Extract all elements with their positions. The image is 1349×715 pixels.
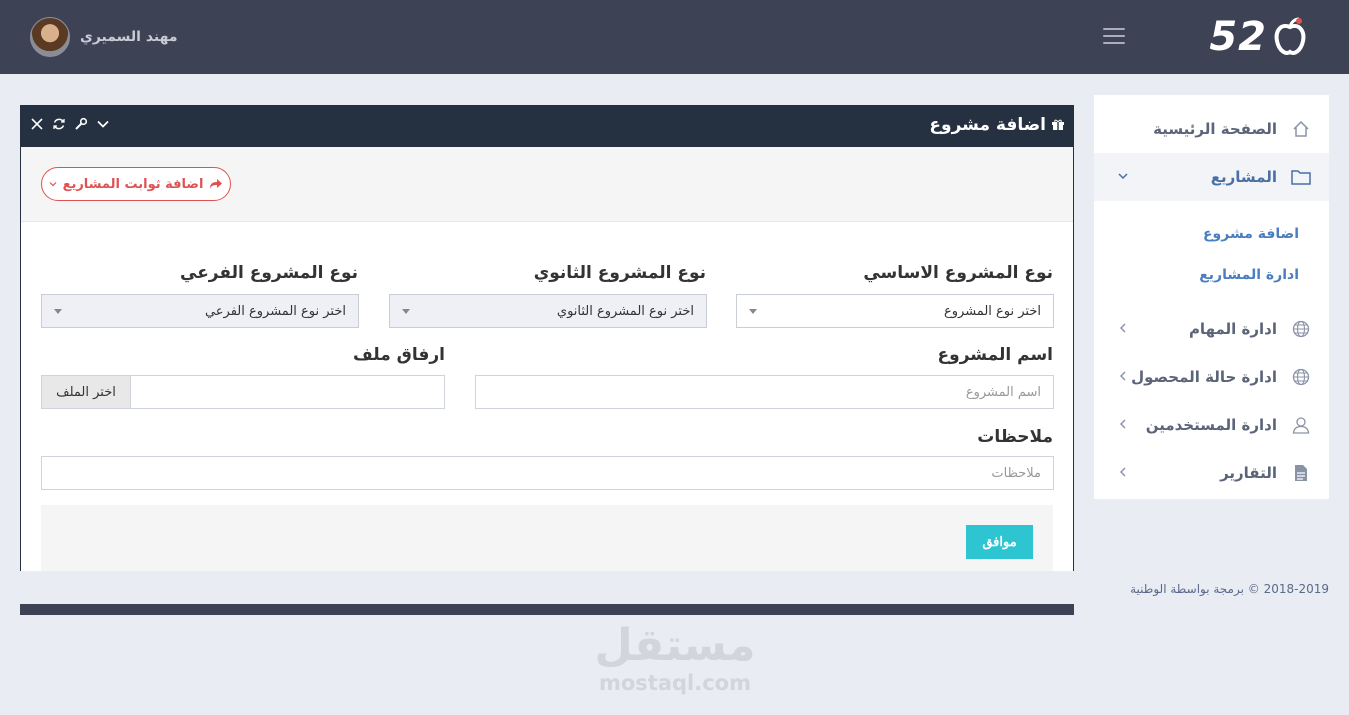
user-icon — [1291, 415, 1311, 435]
sidebar-item-reports[interactable]: التقارير — [1094, 449, 1329, 497]
chevron-down-icon — [1118, 173, 1128, 180]
chevron-left-icon — [1119, 323, 1126, 333]
caret-down-icon — [402, 308, 410, 314]
folder-icon — [1291, 167, 1311, 187]
user-menu[interactable]: مهند السميري — [30, 17, 178, 57]
sidebar-item-tasks[interactable]: ادارة المهام — [1094, 305, 1329, 353]
sidebar-item-label: المشاريع — [1210, 168, 1277, 186]
wrench-icon[interactable] — [74, 117, 88, 131]
brand-logo[interactable]: 52 — [1209, 14, 1307, 60]
panel-tools — [30, 117, 110, 131]
user-name: مهند السميري — [80, 29, 178, 45]
sidebar-item-projects[interactable]: المشاريع — [1094, 153, 1329, 201]
panel-header: اضافة مشروع — [20, 105, 1074, 147]
share-icon — [210, 179, 223, 189]
panel-toolbar: اضافة ثوابت المشاريع — [21, 147, 1073, 222]
copyright-text: 2018-2019 © برمجة بواسطة الوطنية — [1130, 582, 1329, 596]
avatar — [30, 17, 70, 57]
notes-label: ملاحظات — [977, 427, 1053, 447]
sidebar-item-label: ادارة المهام — [1188, 320, 1277, 338]
add-project-constants-button[interactable]: اضافة ثوابت المشاريع — [41, 167, 231, 201]
sidebar-item-label: الصفحة الرئيسية — [1153, 120, 1277, 138]
project-name-input[interactable]: اسم المشروع — [475, 375, 1054, 409]
secondary-type-label: نوع المشروع الثانوي — [533, 263, 706, 283]
chevron-left-icon — [1119, 419, 1126, 429]
sidebar-item-label: ادارة المستخدمين — [1145, 416, 1277, 434]
apple-logo-icon — [1274, 17, 1306, 55]
document-icon — [1291, 463, 1311, 483]
form-actions: موافق — [41, 505, 1053, 571]
watermark: مستقل mostaql.com — [592, 620, 758, 694]
home-icon — [1291, 119, 1311, 139]
sidebar-item-crop-status[interactable]: ادارة حالة المحصول — [1094, 353, 1329, 401]
globe-icon — [1291, 319, 1311, 339]
sub-type-select-value: اختر نوع المشروع الفرعي — [204, 303, 346, 319]
caret-down-icon — [54, 308, 62, 314]
sidebar-item-users[interactable]: ادارة المستخدمين — [1094, 401, 1329, 449]
logo-text: 52 — [1209, 14, 1267, 60]
refresh-icon[interactable] — [52, 117, 66, 131]
secondary-type-select-value: اختر نوع المشروع الثانوي — [556, 303, 694, 319]
close-icon[interactable] — [30, 117, 44, 131]
sidebar: الصفحة الرئيسية المشاريع اضافة مشروع ادا… — [1094, 95, 1329, 499]
main-type-select[interactable]: اختر نوع المشروع — [736, 294, 1054, 328]
watermark-arabic: مستقل — [594, 620, 756, 671]
project-name-placeholder: اسم المشروع — [965, 384, 1041, 400]
secondary-type-select[interactable]: اختر نوع المشروع الثانوي — [389, 294, 707, 328]
file-path-input[interactable] — [130, 375, 445, 409]
chevron-left-icon — [1119, 371, 1126, 381]
gift-icon — [1052, 119, 1064, 130]
submenu-manage-projects[interactable]: ادارة المشاريع — [1094, 254, 1329, 295]
menu-toggle-icon[interactable] — [1103, 28, 1125, 46]
main-type-label: نوع المشروع الاساسي — [863, 263, 1053, 283]
add-project-constants-label: اضافة ثوابت المشاريع — [62, 176, 204, 192]
submenu-add-project[interactable]: اضافة مشروع — [1094, 213, 1329, 254]
top-header: 52 مهند السميري — [0, 0, 1349, 74]
panel-footer-bar — [20, 604, 1074, 615]
chevron-down-icon[interactable] — [96, 117, 110, 131]
chevron-left-icon — [1119, 467, 1126, 477]
attach-file-label: ارفاق ملف — [353, 345, 445, 365]
projects-submenu: اضافة مشروع ادارة المشاريع — [1094, 201, 1329, 305]
notes-input[interactable]: ملاحظات — [41, 456, 1054, 490]
sidebar-item-label: التقارير — [1220, 464, 1277, 482]
caret-down-icon — [749, 308, 757, 314]
sidebar-item-label: ادارة حالة المحصول — [1131, 368, 1277, 386]
sub-type-select[interactable]: اختر نوع المشروع الفرعي — [41, 294, 359, 328]
sidebar-item-home[interactable]: الصفحة الرئيسية — [1094, 105, 1329, 153]
chevron-down-icon — [49, 182, 56, 187]
watermark-english: mostaql.com — [599, 671, 751, 695]
choose-file-button[interactable]: اختر الملف — [41, 375, 131, 409]
panel-title: اضافة مشروع — [929, 115, 1064, 135]
main-type-select-value: اختر نوع المشروع — [944, 303, 1041, 319]
submit-button[interactable]: موافق — [966, 525, 1033, 559]
project-name-label: اسم المشروع — [937, 345, 1053, 365]
notes-placeholder: ملاحظات — [991, 465, 1041, 481]
sub-type-label: نوع المشروع الفرعي — [180, 263, 358, 283]
globe-icon — [1291, 367, 1311, 387]
panel-title-text: اضافة مشروع — [929, 115, 1046, 135]
